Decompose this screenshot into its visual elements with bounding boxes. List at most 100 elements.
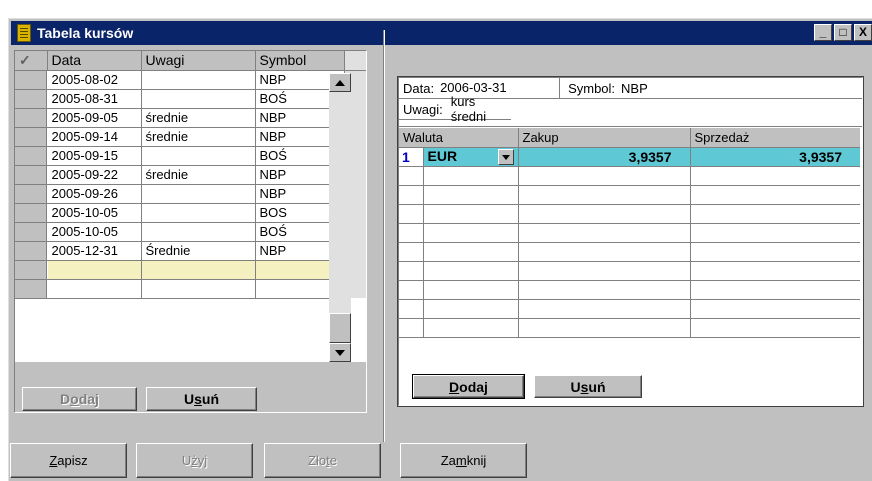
empty-row[interactable] (399, 280, 860, 300)
empty-cell[interactable] (518, 280, 691, 300)
empty-row[interactable] (399, 318, 860, 338)
right-add-button[interactable]: Dodaj (412, 374, 525, 399)
vertical-scrollbar[interactable] (329, 73, 351, 362)
scroll-thumb[interactable] (329, 313, 351, 343)
currency-row[interactable]: 1 EUR 3,9357 3,9357 (399, 147, 860, 167)
empty-cell[interactable] (518, 299, 691, 319)
column-header-zakup[interactable]: Zakup (518, 128, 691, 148)
empty-cell[interactable] (423, 261, 519, 281)
cell-notes[interactable] (141, 222, 256, 242)
table-row[interactable]: 2005-08-31 BOŚ (15, 89, 366, 109)
empty-row[interactable] (399, 185, 860, 205)
empty-row[interactable] (399, 242, 860, 262)
cell-buy[interactable]: 3,9357 (518, 147, 691, 167)
use-button[interactable]: Uż yj (136, 443, 253, 478)
empty-cell[interactable] (690, 166, 860, 186)
cell-date[interactable]: 2005-09-26 (47, 184, 142, 204)
empty-cell[interactable] (518, 185, 691, 205)
empty-cell[interactable] (518, 204, 691, 224)
cell-notes[interactable] (141, 146, 256, 166)
empty-cell[interactable] (47, 260, 142, 280)
dropdown-arrow-icon[interactable] (497, 149, 514, 165)
column-header-data[interactable]: Data (47, 51, 142, 71)
empty-cell[interactable] (690, 261, 860, 281)
cell-date[interactable]: 2005-09-15 (47, 146, 142, 166)
empty-cell[interactable] (690, 299, 860, 319)
column-header-uwagi[interactable]: Uwagi (141, 51, 256, 71)
cell-date[interactable]: 2005-09-05 (47, 108, 142, 128)
cell-notes[interactable] (141, 70, 256, 90)
row-selector[interactable] (15, 203, 48, 223)
select-column-header[interactable]: ✓ (15, 51, 48, 71)
row-selector[interactable] (15, 127, 48, 147)
empty-row[interactable] (399, 261, 860, 281)
save-button[interactable]: Zapisz (10, 443, 127, 478)
cell-notes[interactable] (141, 184, 256, 204)
empty-cell[interactable] (423, 318, 519, 338)
maximize-button[interactable]: □ (834, 24, 852, 41)
row-selector[interactable] (15, 146, 48, 166)
scroll-up-button[interactable] (329, 73, 351, 92)
table-row[interactable]: 2005-09-22 średnie NBP (15, 165, 366, 185)
title-bar[interactable]: Tabela kursów _ □ X (11, 21, 872, 45)
currency-grid[interactable]: Waluta Zakup Sprzedaż 1 EUR 3,9357 3,9357 (399, 128, 860, 338)
row-selector[interactable] (15, 260, 48, 280)
column-header-symbol[interactable]: Symbol (255, 51, 345, 71)
cell-date[interactable]: 2005-09-22 (47, 165, 142, 185)
row-selector[interactable] (15, 279, 48, 299)
cell-notes[interactable] (141, 89, 256, 109)
empty-cell[interactable] (423, 185, 519, 205)
empty-cell[interactable] (423, 166, 519, 186)
empty-cell[interactable] (690, 185, 860, 205)
cell-notes[interactable]: średnie (141, 165, 256, 185)
left-delete-button[interactable]: Us uń (146, 387, 257, 411)
empty-cell[interactable] (47, 279, 142, 299)
close-button[interactable]: Za m knij (400, 443, 527, 478)
cell-date[interactable]: 2005-08-31 (47, 89, 142, 109)
cell-notes[interactable]: średnie (141, 127, 256, 147)
empty-cell[interactable] (518, 242, 691, 262)
empty-cell[interactable] (423, 280, 519, 300)
empty-row[interactable] (399, 299, 860, 319)
empty-cell[interactable] (690, 280, 860, 300)
row-selector[interactable] (15, 165, 48, 185)
cell-date[interactable]: 2005-08-02 (47, 70, 142, 90)
cell-date[interactable]: 2005-10-05 (47, 222, 142, 242)
cell-date[interactable]: 2005-09-14 (47, 127, 142, 147)
table-row[interactable]: 2005-10-05 BOS (15, 203, 366, 223)
empty-cell[interactable] (690, 223, 860, 243)
empty-row[interactable] (15, 260, 366, 280)
empty-cell[interactable] (423, 223, 519, 243)
table-row[interactable]: 2005-09-26 NBP (15, 184, 366, 204)
row-selector[interactable] (15, 241, 48, 261)
empty-cell[interactable] (423, 242, 519, 262)
empty-cell[interactable] (423, 299, 519, 319)
table-row[interactable]: 2005-08-02 NBP (15, 70, 366, 90)
empty-row[interactable] (399, 166, 860, 186)
empty-cell[interactable] (690, 318, 860, 338)
close-window-button[interactable]: X (854, 24, 872, 41)
empty-cell[interactable] (518, 166, 691, 186)
empty-cell[interactable] (518, 261, 691, 281)
empty-cell[interactable] (690, 204, 860, 224)
zlote-button[interactable]: Zło t e (264, 443, 381, 478)
rates-list-grid[interactable]: ✓ Data Uwagi Symbol 2005-08-02 NBP 2005-08… (15, 51, 366, 362)
right-delete-button[interactable]: Us uń (534, 375, 642, 398)
empty-row[interactable] (15, 279, 366, 299)
left-add-button[interactable]: Do daj (22, 387, 137, 411)
cell-date[interactable]: 2005-10-05 (47, 203, 142, 223)
column-header-sprzedaz[interactable]: Sprzedaż (690, 128, 860, 148)
minimize-button[interactable]: _ (814, 24, 832, 41)
empty-row[interactable] (399, 223, 860, 243)
empty-cell[interactable] (141, 279, 256, 299)
table-row[interactable]: 2005-09-14 średnie NBP (15, 127, 366, 147)
row-selector[interactable] (15, 89, 48, 109)
column-header-waluta[interactable]: Waluta (399, 128, 519, 148)
cell-sell[interactable]: 3,9357 (690, 147, 860, 167)
cell-notes[interactable]: Średnie (141, 241, 256, 261)
cell-date[interactable]: 2005-12-31 (47, 241, 142, 261)
row-selector[interactable] (15, 184, 48, 204)
row-selector[interactable] (15, 70, 48, 90)
table-row[interactable]: 2005-09-05 średnie NBP (15, 108, 366, 128)
cell-currency[interactable]: EUR (423, 147, 519, 167)
